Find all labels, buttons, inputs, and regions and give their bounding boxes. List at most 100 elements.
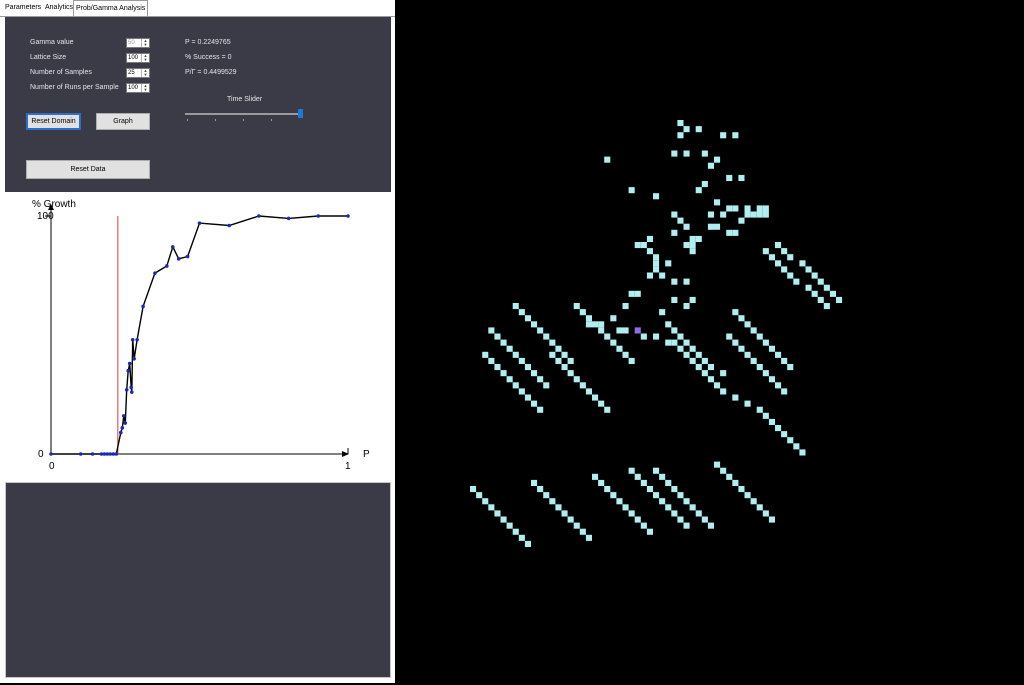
occupied-cell (811, 290, 818, 297)
occupied-cell (531, 370, 538, 377)
occupied-cell (775, 425, 782, 432)
occupied-cell (512, 528, 519, 535)
samples-label: Number of Samples (30, 69, 92, 76)
occupied-cell (811, 272, 818, 279)
occupied-cell (707, 223, 714, 230)
slider-tick (215, 119, 216, 121)
occupied-cell (744, 205, 751, 212)
occupied-cell (598, 327, 605, 334)
occupied-cell (549, 498, 556, 505)
occupied-cell (738, 486, 745, 493)
occupied-cell (750, 357, 757, 364)
occupied-cell (653, 260, 660, 267)
tab-analytics[interactable]: Analytics (43, 2, 75, 14)
occupied-cell (683, 278, 690, 285)
occupied-cell (579, 309, 586, 316)
reset-data-button[interactable]: Reset Data (26, 160, 150, 179)
occupied-cell (610, 492, 617, 499)
occupied-cell (732, 205, 739, 212)
occupied-cell (726, 473, 733, 480)
occupied-cell (738, 345, 745, 352)
occupied-cell (653, 254, 660, 261)
occupied-cell (646, 486, 653, 493)
data-point (185, 254, 190, 259)
data-point (127, 361, 132, 366)
runs-stepper[interactable]: 100 ▲ ▼ (126, 83, 150, 93)
updown-arrows-icon[interactable]: ▲ ▼ (141, 39, 149, 47)
occupied-cell (707, 211, 714, 218)
updown-arrows-icon[interactable]: ▲ ▼ (141, 84, 149, 92)
time-slider-track[interactable] (185, 113, 301, 115)
occupied-cell (653, 266, 660, 273)
occupied-cell (762, 211, 769, 218)
data-point (316, 214, 321, 218)
reset-domain-button[interactable]: Reset Domain (26, 113, 81, 130)
data-point (346, 214, 350, 218)
data-point (165, 264, 169, 268)
occupied-cell (720, 388, 727, 395)
occupied-cell (610, 315, 617, 322)
occupied-cell (531, 400, 538, 407)
occupied-cell (555, 504, 562, 511)
occupied-cell (677, 132, 684, 139)
occupied-cell (671, 486, 678, 493)
occupied-cell (726, 229, 733, 236)
occupied-cell (695, 187, 702, 194)
occupied-cell (653, 467, 660, 474)
occupied-cell (787, 254, 794, 261)
samples-stepper[interactable]: 25 ▲ ▼ (126, 68, 150, 78)
occupied-cell (640, 522, 647, 529)
occupied-cell (537, 486, 544, 493)
occupied-cell (695, 351, 702, 358)
occupied-cell (659, 498, 666, 505)
tab-prob-gamma-analysis[interactable]: Prob/Gamma Analysis (73, 0, 149, 16)
occupied-cell (817, 278, 824, 285)
x-tick-1: 1 (345, 461, 351, 472)
data-point (176, 257, 181, 261)
occupied-cell (707, 364, 714, 371)
gamma-stepper[interactable]: 50 ▲ ▼ (126, 38, 150, 48)
occupied-cell (518, 388, 525, 395)
occupied-cell (805, 284, 812, 291)
data-point (114, 452, 119, 456)
updown-arrows-icon[interactable]: ▲ ▼ (141, 54, 149, 62)
occupied-cell (732, 309, 739, 316)
occupied-cell (494, 333, 501, 340)
occupied-cell (604, 486, 611, 493)
occupied-cell (738, 174, 745, 181)
occupied-cell (805, 266, 812, 273)
occupied-cell (585, 315, 592, 322)
occupied-cell (665, 479, 672, 486)
data-point (129, 390, 134, 394)
occupied-cell (488, 504, 495, 511)
occupied-cell (604, 156, 611, 163)
occupied-cell (744, 400, 751, 407)
updown-arrows-icon[interactable]: ▲ ▼ (141, 69, 149, 77)
occupied-cell (470, 486, 477, 493)
time-slider-thumb[interactable] (298, 109, 303, 118)
data-point (286, 216, 291, 221)
occupied-cell (573, 522, 580, 529)
lattice-stepper[interactable]: 100 ▲ ▼ (126, 53, 150, 63)
occupied-cell (494, 364, 501, 371)
occupied-cell (488, 327, 495, 334)
occupied-cell (768, 418, 775, 425)
occupied-cell (683, 223, 690, 230)
data-point (49, 452, 53, 456)
data-point (141, 304, 145, 309)
occupied-cell (720, 467, 727, 474)
occupied-cell (524, 315, 531, 322)
data-point (197, 221, 202, 225)
occupied-cell (531, 479, 538, 486)
occupied-cell (775, 351, 782, 358)
occupied-cell (726, 205, 733, 212)
occupied-cell (793, 278, 800, 285)
occupied-cell (592, 394, 599, 401)
occupied-cell (665, 504, 672, 511)
occupied-cell (732, 132, 739, 139)
tab-parameters[interactable]: Parameters (3, 2, 43, 14)
occupied-cell (628, 467, 635, 474)
graph-button[interactable]: Graph (96, 113, 150, 130)
data-point (118, 430, 123, 435)
occupied-cell (549, 351, 556, 358)
